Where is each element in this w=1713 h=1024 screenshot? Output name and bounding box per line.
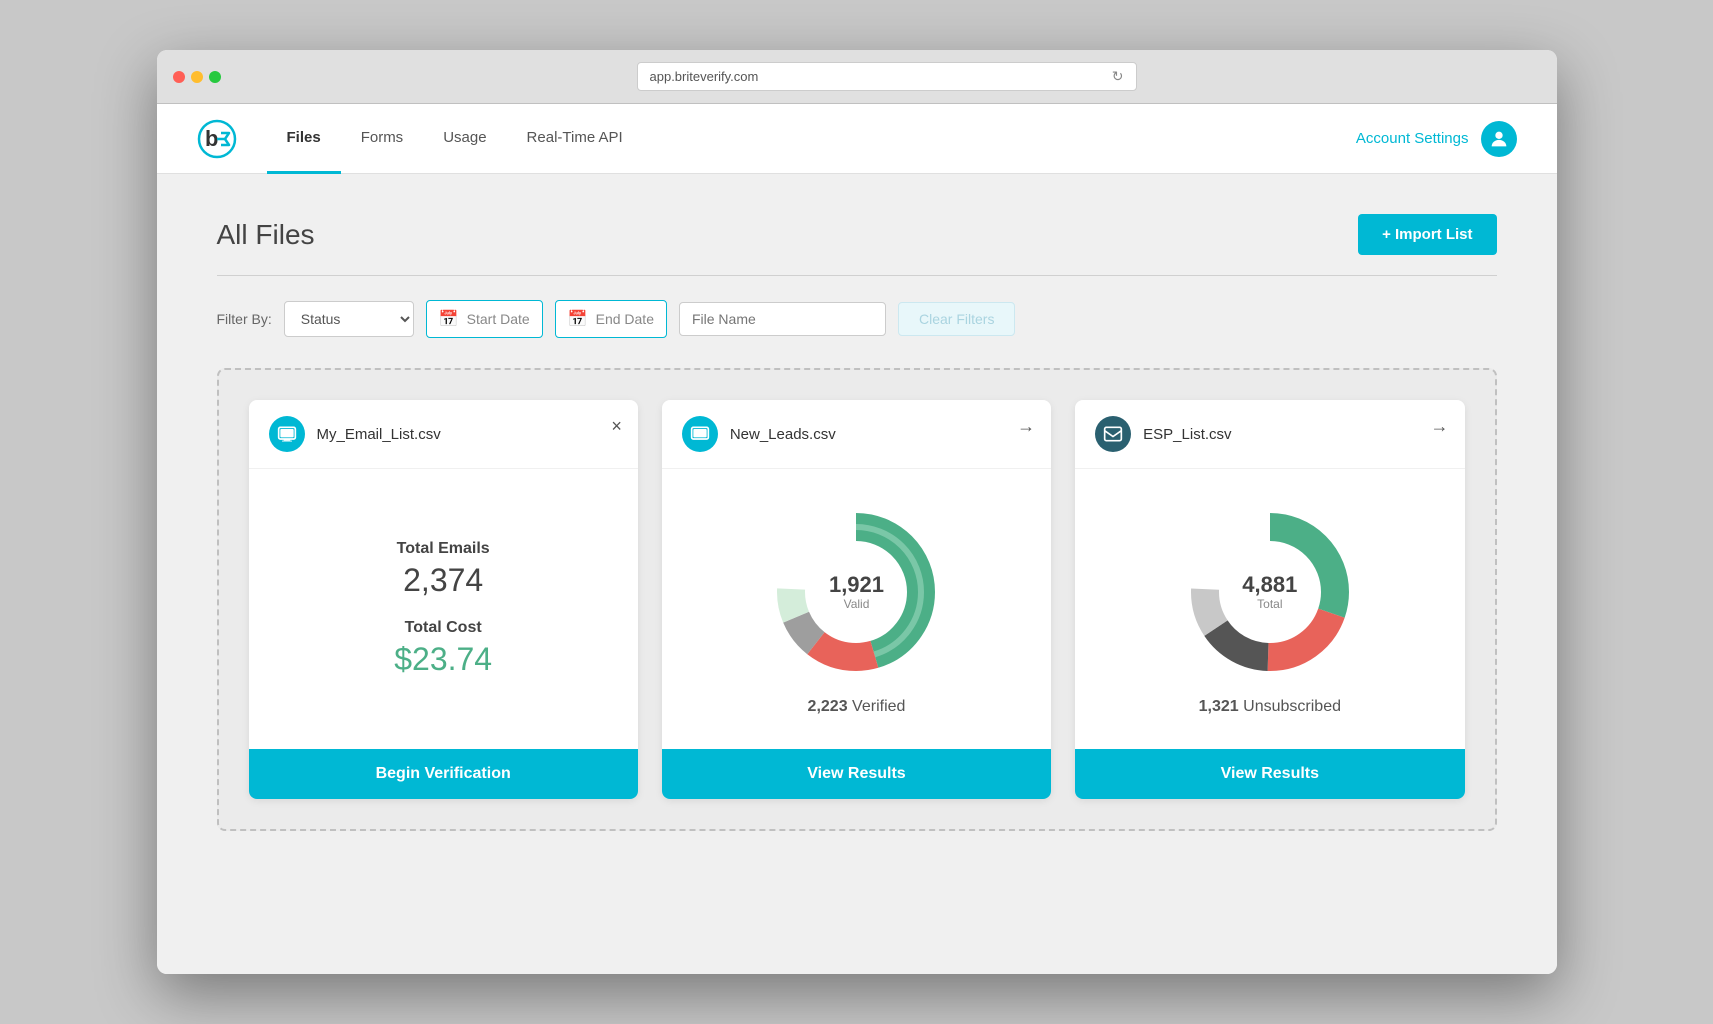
page-header: All Files + Import List xyxy=(217,214,1497,255)
nav-usage[interactable]: Usage xyxy=(423,104,506,174)
nav-links: Files Forms Usage Real-Time API xyxy=(267,104,1356,174)
avatar[interactable] xyxy=(1481,121,1517,157)
cards-container: My_Email_List.csv × Total Emails 2,374 T… xyxy=(217,368,1497,831)
donut-number-2: 1,921 xyxy=(829,573,884,597)
nav-files[interactable]: Files xyxy=(267,104,341,174)
start-date-label: Start Date xyxy=(467,311,530,327)
filter-label: Filter By: xyxy=(217,311,272,327)
card-header-2: New_Leads.csv → xyxy=(662,400,1051,469)
card-arrow-icon-2[interactable]: → xyxy=(1017,416,1035,437)
card-filename-1: My_Email_List.csv xyxy=(317,426,441,443)
logo[interactable]: b xyxy=(197,119,237,159)
dot-minimize[interactable] xyxy=(191,71,203,83)
start-date-filter[interactable]: 📅 Start Date xyxy=(426,300,543,338)
card-body-2: 1,921 Valid 2,223 Verified xyxy=(662,469,1051,749)
card-icon-1 xyxy=(269,416,305,452)
page-title: All Files xyxy=(217,219,315,251)
clear-filters-button[interactable]: Clear Filters xyxy=(898,302,1015,336)
card-arrow-icon-3[interactable]: → xyxy=(1431,416,1449,437)
svg-text:b: b xyxy=(205,126,218,151)
calendar-icon-start: 📅 xyxy=(439,309,459,329)
import-list-button[interactable]: + Import List xyxy=(1358,214,1496,255)
calendar-icon-end: 📅 xyxy=(568,309,588,329)
dot-close[interactable] xyxy=(173,71,185,83)
logo-svg: b xyxy=(197,119,237,159)
nav-forms[interactable]: Forms xyxy=(341,104,424,174)
nav-realtime-api[interactable]: Real-Time API xyxy=(507,104,643,174)
total-cost-value: $23.74 xyxy=(394,641,492,678)
main-content: All Files + Import List Filter By: Statu… xyxy=(157,174,1557,974)
begin-verification-button[interactable]: Begin Verification xyxy=(249,749,638,799)
account-settings-link[interactable]: Account Settings xyxy=(1356,130,1469,147)
header-divider xyxy=(217,275,1497,276)
card-my-email-list: My_Email_List.csv × Total Emails 2,374 T… xyxy=(249,400,638,799)
card-icon-3 xyxy=(1095,416,1131,452)
status-filter-select[interactable]: Status xyxy=(284,301,414,337)
card-body-1: Total Emails 2,374 Total Cost $23.74 xyxy=(249,469,638,749)
end-date-label: End Date xyxy=(596,311,654,327)
donut-chart-2: 1,921 Valid xyxy=(766,502,946,682)
navigation-bar: b Files Forms Usage Real-Time API Accoun… xyxy=(157,104,1557,174)
dot-maximize[interactable] xyxy=(209,71,221,83)
donut-center-3: 4,881 Total xyxy=(1242,573,1297,611)
card-body-3: 4,881 Total 1,321 Unsubscribed xyxy=(1075,469,1464,749)
verified-text-2: Verified xyxy=(852,698,905,715)
url-text: app.briteverify.com xyxy=(650,69,759,84)
donut-label-2: Valid xyxy=(829,597,884,611)
card-close-icon-1[interactable]: × xyxy=(611,416,622,437)
unsubscribed-label: Unsubscribed xyxy=(1243,698,1341,715)
card-esp-list: ESP_List.csv → xyxy=(1075,400,1464,799)
cards-grid: My_Email_List.csv × Total Emails 2,374 T… xyxy=(249,400,1465,799)
donut-number-3: 4,881 xyxy=(1242,573,1297,597)
browser-chrome: app.briteverify.com ↻ xyxy=(157,50,1557,104)
card-filename-3: ESP_List.csv xyxy=(1143,426,1231,443)
nav-right: Account Settings xyxy=(1356,121,1517,157)
end-date-filter[interactable]: 📅 End Date xyxy=(555,300,667,338)
verified-label-2: 2,223 Verified xyxy=(808,698,906,716)
view-results-button-3[interactable]: View Results xyxy=(1075,749,1464,799)
donut-chart-3: 4,881 Total xyxy=(1180,502,1360,682)
verified-label-3: 1,321 Unsubscribed xyxy=(1199,698,1341,716)
view-results-button-2[interactable]: View Results xyxy=(662,749,1051,799)
file-name-filter[interactable] xyxy=(679,302,886,336)
browser-dots xyxy=(173,71,221,83)
verified-count-3: 1,321 xyxy=(1199,698,1239,715)
donut-label-3: Total xyxy=(1242,597,1297,611)
refresh-icon[interactable]: ↻ xyxy=(1112,68,1124,85)
card-header-3: ESP_List.csv → xyxy=(1075,400,1464,469)
donut-center-2: 1,921 Valid xyxy=(829,573,884,611)
total-emails-value: 2,374 xyxy=(403,562,483,599)
total-emails-label: Total Emails xyxy=(397,540,490,558)
card-header-1: My_Email_List.csv × xyxy=(249,400,638,469)
card-filename-2: New_Leads.csv xyxy=(730,426,836,443)
total-cost-label: Total Cost xyxy=(405,619,482,637)
verified-count-2: 2,223 xyxy=(808,698,848,715)
card-new-leads: New_Leads.csv → xyxy=(662,400,1051,799)
filter-bar: Filter By: Status 📅 Start Date 📅 End Dat… xyxy=(217,300,1497,338)
address-bar[interactable]: app.briteverify.com ↻ xyxy=(637,62,1137,91)
browser-window: app.briteverify.com ↻ b Files Forms Usag… xyxy=(157,50,1557,974)
card-icon-2 xyxy=(682,416,718,452)
